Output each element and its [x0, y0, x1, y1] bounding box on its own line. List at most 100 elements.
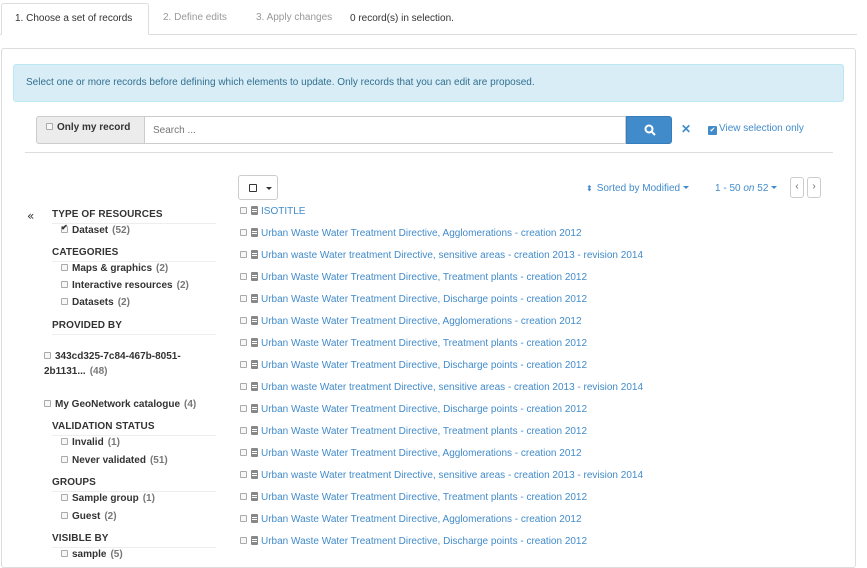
- facet-item-never-validated[interactable]: Never validated (51): [61, 455, 168, 466]
- list-item: Urban waste Water treatment Directive, s…: [240, 250, 643, 272]
- record-title-link[interactable]: Urban Waste Water Treatment Directive, D…: [261, 404, 587, 415]
- record-checkbox[interactable]: [240, 295, 247, 302]
- record-checkbox[interactable]: [240, 537, 247, 544]
- search-button[interactable]: [626, 116, 672, 144]
- clear-search-icon[interactable]: ✕: [681, 122, 691, 136]
- facet-checkbox[interactable]: [61, 223, 68, 233]
- record-checkbox[interactable]: [240, 383, 247, 390]
- facet-checkbox[interactable]: [61, 264, 68, 271]
- record-title-link[interactable]: ISOTITLE: [261, 206, 305, 217]
- only-my-record-checkbox[interactable]: [46, 123, 53, 130]
- record-checkbox[interactable]: [240, 405, 247, 412]
- record-checkbox[interactable]: [240, 207, 247, 214]
- record-title-link[interactable]: Urban Waste Water Treatment Directive, D…: [261, 294, 587, 305]
- facet-checkbox[interactable]: [44, 400, 51, 407]
- pager-on: on: [743, 183, 755, 194]
- facet-item-sample[interactable]: sample (5): [61, 549, 123, 560]
- record-checkbox[interactable]: [240, 515, 247, 522]
- record-title-link[interactable]: Urban Waste Water Treatment Directive, A…: [261, 448, 582, 459]
- chevron-right-icon: ›: [812, 181, 816, 192]
- facet-label: Dataset: [72, 225, 109, 236]
- next-page-button[interactable]: ›: [807, 177, 821, 198]
- selection-count: 0 record(s) in selection.: [350, 13, 454, 24]
- facet-count: (2): [176, 280, 189, 291]
- search-input[interactable]: [144, 116, 626, 144]
- pagination-dropdown[interactable]: 1 - 50 on 52: [715, 183, 778, 194]
- record-title-link[interactable]: Urban Waste Water Treatment Directive, T…: [261, 492, 587, 503]
- divider: [25, 152, 833, 153]
- prev-page-button[interactable]: ‹: [790, 177, 804, 198]
- search-icon: [644, 124, 656, 136]
- facet-checkbox[interactable]: [61, 298, 68, 305]
- facet-count: (2): [156, 263, 169, 274]
- facet-checkbox[interactable]: [61, 494, 68, 501]
- facet-count: (1): [142, 493, 155, 504]
- facet-sidebar: « TYPE OF RESOURCES Dataset(52) CATEGORI…: [0, 205, 230, 560]
- record-title-link[interactable]: Urban Waste Water Treatment Directive, D…: [261, 536, 587, 547]
- record-title-link[interactable]: Urban Waste Water Treatment Directive, A…: [261, 228, 582, 239]
- facet-heading-validation-status: VALIDATION STATUS: [52, 421, 216, 436]
- sort-dropdown[interactable]: ⬍ Sorted by Modified: [586, 183, 690, 194]
- document-icon: [251, 404, 258, 413]
- record-checkbox[interactable]: [240, 229, 247, 236]
- record-title-link[interactable]: Urban waste Water treatment Directive, s…: [261, 250, 643, 261]
- facet-heading-visible-by: VISIBLE BY: [52, 533, 216, 548]
- collapse-facets-icon[interactable]: «: [27, 209, 34, 223]
- record-checkbox[interactable]: [240, 361, 247, 368]
- tab-define-edits[interactable]: 2. Define edits: [150, 3, 240, 35]
- chevron-down-icon: [771, 186, 778, 189]
- select-all-dropdown[interactable]: [238, 175, 278, 200]
- facet-item-guest[interactable]: Guest (2): [61, 511, 117, 522]
- facet-checkbox[interactable]: [61, 550, 68, 557]
- facet-checkbox[interactable]: [44, 352, 51, 359]
- record-title-link[interactable]: Urban waste Water treatment Directive, s…: [261, 382, 643, 393]
- document-icon: [251, 228, 258, 237]
- list-item: Urban waste Water treatment Directive, s…: [240, 470, 643, 492]
- pager-range: 1 - 50: [715, 183, 741, 194]
- facet-item-maps-graphics[interactable]: Maps & graphics (2): [61, 263, 168, 274]
- facet-item-my-geonetwork[interactable]: My GeoNetwork catalogue (4): [44, 399, 196, 410]
- document-icon: [251, 382, 258, 391]
- facet-item-invalid[interactable]: Invalid (1): [61, 437, 120, 448]
- facet-checkbox[interactable]: [61, 281, 68, 288]
- facet-checkbox[interactable]: [61, 438, 68, 445]
- record-checkbox[interactable]: [240, 251, 247, 258]
- facet-checkbox[interactable]: [61, 456, 68, 463]
- record-checkbox[interactable]: [240, 427, 247, 434]
- document-icon: [251, 250, 258, 259]
- document-icon: [251, 492, 258, 501]
- record-checkbox[interactable]: [240, 449, 247, 456]
- record-checkbox[interactable]: [240, 317, 247, 324]
- record-title-link[interactable]: Urban Waste Water Treatment Directive, A…: [261, 514, 582, 525]
- facet-item-interactive-resources[interactable]: Interactive resources (2): [61, 280, 189, 291]
- record-checkbox[interactable]: [240, 273, 247, 280]
- list-item: Urban Waste Water Treatment Directive, D…: [240, 404, 587, 426]
- facet-item-provider-uuid[interactable]: 343cd325-7c84-467b-8051-2b1131... (48): [44, 349, 194, 379]
- facet-checkbox[interactable]: [61, 512, 68, 519]
- record-title-link[interactable]: Urban Waste Water Treatment Directive, D…: [261, 360, 587, 371]
- document-icon: [251, 514, 258, 523]
- view-selection-label: View selection only: [719, 123, 804, 134]
- facet-count: (2): [104, 511, 117, 522]
- document-icon: [251, 316, 258, 325]
- facet-item-sample-group[interactable]: Sample group (1): [61, 493, 155, 504]
- record-title-link[interactable]: Urban Waste Water Treatment Directive, T…: [261, 426, 587, 437]
- record-checkbox[interactable]: [240, 339, 247, 346]
- tab-apply-changes[interactable]: 3. Apply changes: [243, 3, 345, 35]
- facet-item-datasets[interactable]: Datasets (2): [61, 297, 130, 308]
- record-checkbox[interactable]: [240, 471, 247, 478]
- tab-choose-records[interactable]: 1. Choose a set of records: [1, 3, 149, 35]
- record-title-link[interactable]: Urban Waste Water Treatment Directive, T…: [261, 338, 587, 349]
- record-title-link[interactable]: Urban Waste Water Treatment Directive, A…: [261, 316, 582, 327]
- record-title-link[interactable]: Urban Waste Water Treatment Directive, T…: [261, 272, 587, 283]
- record-title-link[interactable]: Urban waste Water treatment Directive, s…: [261, 470, 643, 481]
- document-icon: [251, 272, 258, 281]
- facet-label: sample: [72, 549, 107, 560]
- view-selection-only-toggle[interactable]: ✔ View selection only: [708, 123, 804, 135]
- list-item: Urban Waste Water Treatment Directive, T…: [240, 272, 587, 294]
- facet-heading-provided-by: PROVIDED BY: [52, 320, 216, 335]
- facet-item-dataset[interactable]: Dataset(52): [61, 223, 130, 236]
- record-checkbox[interactable]: [240, 493, 247, 500]
- only-my-record-toggle[interactable]: Only my record: [36, 116, 145, 144]
- document-icon: [251, 536, 258, 545]
